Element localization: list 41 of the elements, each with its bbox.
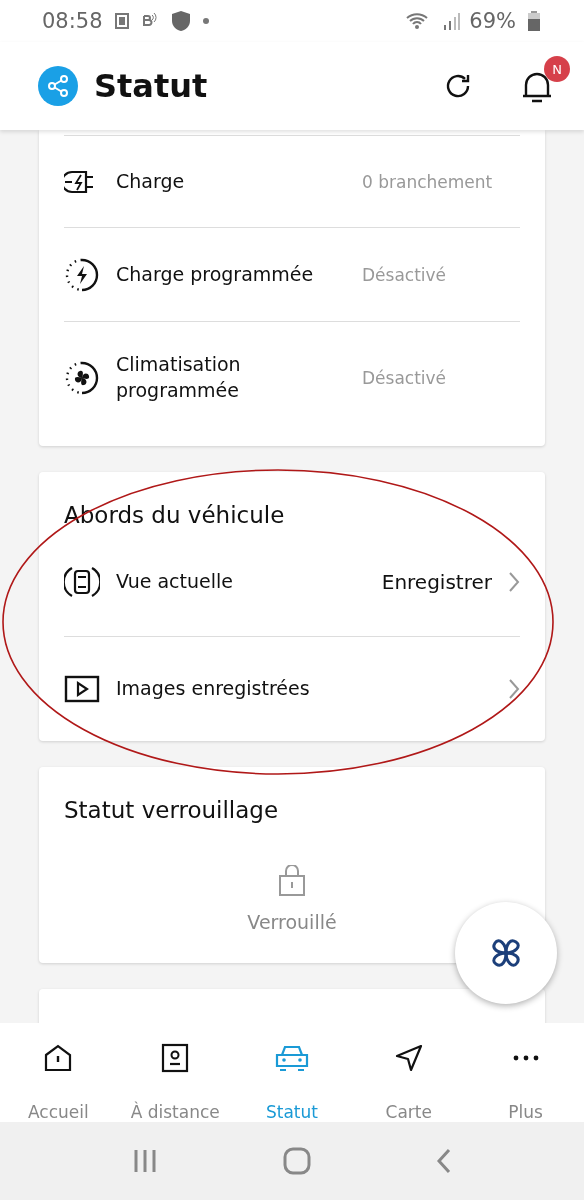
back-icon[interactable]	[435, 1148, 452, 1174]
map-icon	[393, 1042, 424, 1073]
nav-tab[interactable]: Carte	[350, 1023, 468, 1122]
chevron-icon	[508, 571, 520, 593]
battery-icon	[528, 11, 540, 31]
app-notification-icon	[114, 13, 129, 29]
video-icon	[64, 674, 100, 704]
list-item[interactable]: Vue actuelle Enregistrer	[64, 528, 520, 636]
row-value: 0 branchement	[362, 171, 493, 192]
signal-icon	[443, 11, 462, 31]
row-label: Charge	[116, 168, 186, 194]
chevron-icon	[508, 678, 520, 700]
record-link[interactable]: Enregistrer	[381, 570, 492, 594]
car-view-icon	[64, 564, 100, 600]
row-value: Désactivé	[362, 264, 447, 285]
battery-percent: 69%	[469, 9, 516, 33]
list-item[interactable]: Images enregistrées	[64, 636, 520, 741]
row-label: Vue actuelle	[116, 569, 234, 595]
home-icon	[43, 1042, 74, 1073]
nav-tab[interactable]: À distance	[116, 1023, 234, 1122]
recent-apps-icon[interactable]	[132, 1148, 159, 1174]
row-label: Images enregistrées	[116, 676, 311, 702]
nav-tab[interactable]: Statut	[233, 1023, 351, 1122]
page-title: Statut	[94, 67, 208, 105]
row-label: Charge programmée	[116, 261, 315, 287]
share-icon[interactable]	[38, 66, 78, 106]
status-time: 08:58	[42, 9, 103, 33]
nav-tab[interactable]: Accueil	[0, 1023, 117, 1122]
card-title: Statut verrouillage	[64, 797, 279, 823]
lock-icon	[278, 865, 306, 897]
lock-status: Verrouillé	[247, 911, 337, 933]
home-icon[interactable]	[283, 1147, 311, 1175]
row-label: Climatisation programmée	[116, 352, 242, 403]
notification-badge: N	[544, 56, 570, 82]
row-value: Désactivé	[362, 368, 447, 388]
timer-bolt-icon	[64, 256, 100, 293]
shield-icon	[170, 10, 191, 32]
timer-fan-icon	[64, 360, 100, 396]
remote-icon	[160, 1042, 191, 1073]
nav-tab[interactable]: Plus	[467, 1023, 584, 1122]
dot-icon	[202, 18, 209, 24]
